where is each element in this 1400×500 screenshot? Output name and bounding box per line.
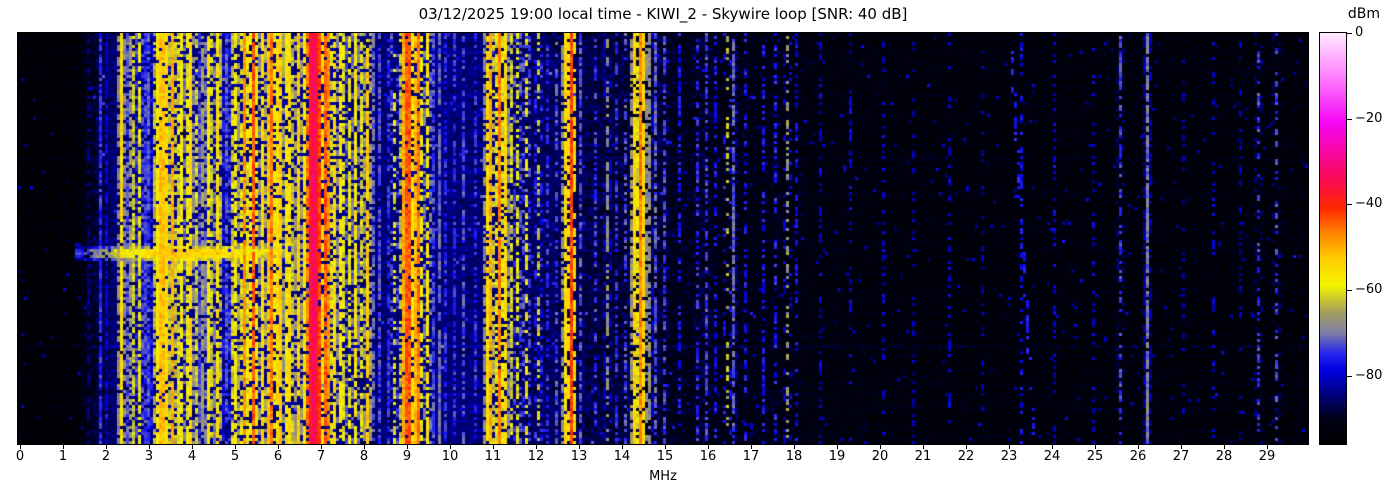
x-axis-label: MHz bbox=[18, 469, 1308, 484]
x-axis-tick-label: 6 bbox=[258, 450, 298, 464]
colorbar-label: dBm bbox=[1338, 6, 1390, 23]
x-axis-tick-label: 29 bbox=[1247, 450, 1287, 464]
spectrogram-figure: 03/12/2025 19:00 local time - KIWI_2 - S… bbox=[0, 0, 1400, 500]
x-axis-tick-label: 25 bbox=[1075, 450, 1115, 464]
colorbar-tick-label: 0 bbox=[1355, 25, 1399, 41]
x-axis-tick-label: 23 bbox=[989, 450, 1029, 464]
x-axis-tick-label: 13 bbox=[559, 450, 599, 464]
colorbar-tick bbox=[1347, 33, 1352, 34]
waterfall-plot bbox=[18, 33, 1308, 444]
x-axis-tick-label: 12 bbox=[516, 450, 556, 464]
x-axis-tick-label: 19 bbox=[817, 450, 857, 464]
x-axis-tick-label: 17 bbox=[731, 450, 771, 464]
x-axis-tick-label: 21 bbox=[903, 450, 943, 464]
colorbar-canvas bbox=[1320, 33, 1346, 444]
x-axis-tick-label: 3 bbox=[129, 450, 169, 464]
x-axis-tick-label: 22 bbox=[946, 450, 986, 464]
x-axis-tick-label: 5 bbox=[215, 450, 255, 464]
x-axis-tick-label: 11 bbox=[473, 450, 513, 464]
x-axis-tick-label: 9 bbox=[387, 450, 427, 464]
colorbar-tick bbox=[1347, 290, 1352, 291]
x-axis-tick-label: 26 bbox=[1118, 450, 1158, 464]
waterfall-canvas bbox=[18, 33, 1308, 444]
x-axis-tick-label: 18 bbox=[774, 450, 814, 464]
colorbar-tick bbox=[1347, 376, 1352, 377]
colorbar-tick-label: −60 bbox=[1355, 282, 1399, 298]
x-axis-tick-label: 24 bbox=[1032, 450, 1072, 464]
colorbar-tick-label: −20 bbox=[1355, 111, 1399, 127]
x-axis-tick-label: 16 bbox=[688, 450, 728, 464]
page-title: 03/12/2025 19:00 local time - KIWI_2 - S… bbox=[18, 5, 1308, 23]
colorbar bbox=[1320, 33, 1346, 444]
x-axis-tick-label: 0 bbox=[0, 450, 40, 464]
x-axis-tick-label: 4 bbox=[172, 450, 212, 464]
colorbar-tick-label: −80 bbox=[1355, 368, 1399, 384]
x-axis-tick-label: 28 bbox=[1204, 450, 1244, 464]
x-axis-tick-label: 15 bbox=[645, 450, 685, 464]
colorbar-tick-label: −40 bbox=[1355, 196, 1399, 212]
x-axis-tick-label: 10 bbox=[430, 450, 470, 464]
colorbar-tick bbox=[1347, 119, 1352, 120]
colorbar-tick bbox=[1347, 204, 1352, 205]
x-axis-tick-label: 27 bbox=[1161, 450, 1201, 464]
x-axis-tick-label: 1 bbox=[43, 450, 83, 464]
x-axis-tick-label: 14 bbox=[602, 450, 642, 464]
x-axis-tick-label: 7 bbox=[301, 450, 341, 464]
x-axis-tick-label: 8 bbox=[344, 450, 384, 464]
x-axis-tick-label: 20 bbox=[860, 450, 900, 464]
x-axis-tick-label: 2 bbox=[86, 450, 126, 464]
